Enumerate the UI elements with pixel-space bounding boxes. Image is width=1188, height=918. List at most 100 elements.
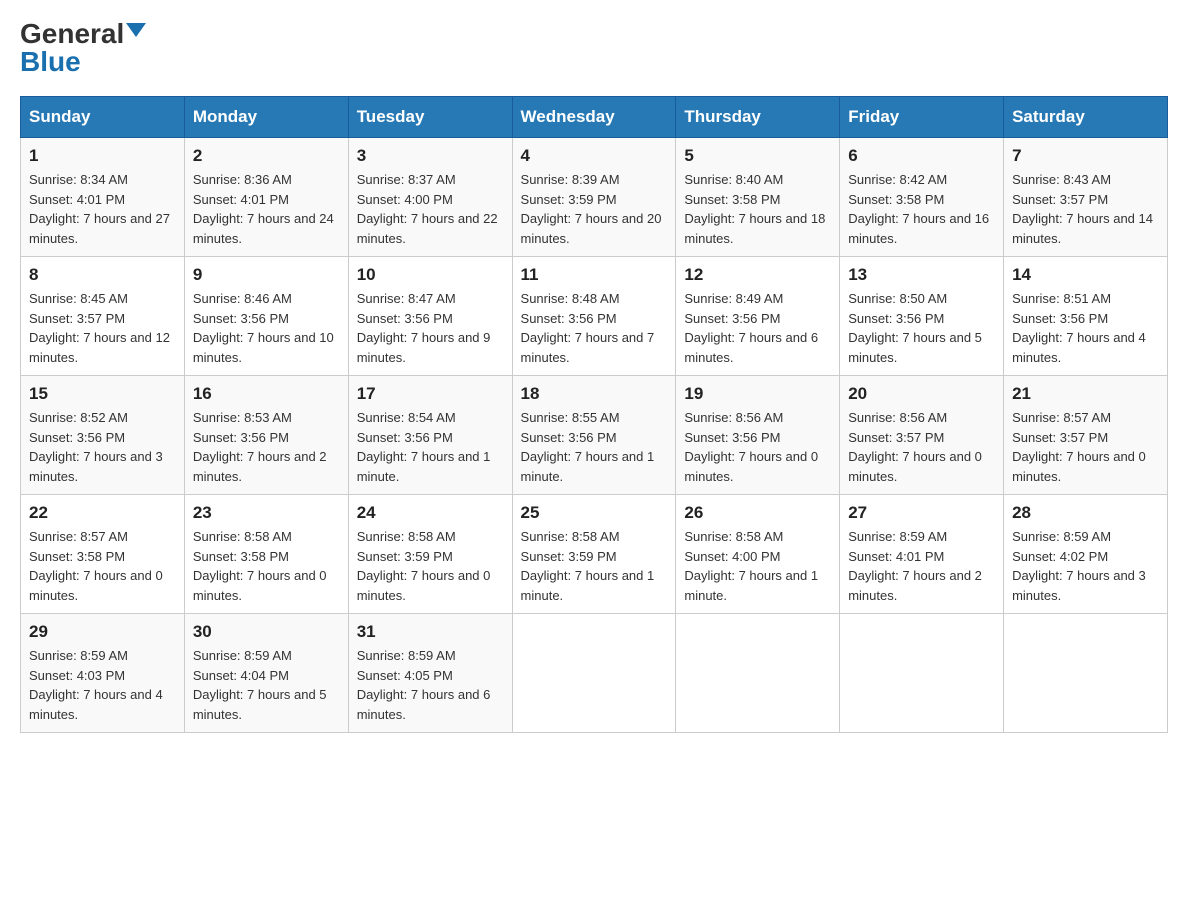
day-number: 4 [521, 146, 668, 166]
calendar-cell: 31Sunrise: 8:59 AMSunset: 4:05 PMDayligh… [348, 614, 512, 733]
day-info: Sunrise: 8:58 AMSunset: 4:00 PMDaylight:… [684, 527, 831, 605]
weekday-header-thursday: Thursday [676, 97, 840, 138]
day-info: Sunrise: 8:59 AMSunset: 4:05 PMDaylight:… [357, 646, 504, 724]
calendar-cell [512, 614, 676, 733]
calendar-cell: 22Sunrise: 8:57 AMSunset: 3:58 PMDayligh… [21, 495, 185, 614]
day-info: Sunrise: 8:59 AMSunset: 4:02 PMDaylight:… [1012, 527, 1159, 605]
day-number: 8 [29, 265, 176, 285]
day-number: 3 [357, 146, 504, 166]
logo-triangle-icon [126, 23, 146, 37]
calendar-cell [1004, 614, 1168, 733]
calendar-cell: 3 Sunrise: 8:37 AMSunset: 4:00 PMDaylight… [348, 138, 512, 257]
calendar-cell: 16 Sunrise: 8:53 AMSunset: 3:56 PMDayligh… [184, 376, 348, 495]
weekday-header-tuesday: Tuesday [348, 97, 512, 138]
day-number: 24 [357, 503, 504, 523]
day-number: 29 [29, 622, 176, 642]
logo-blue-text: Blue [20, 48, 81, 76]
day-number: 7 [1012, 146, 1159, 166]
day-info: Sunrise: 8:59 AMSunset: 4:04 PMDaylight:… [193, 646, 340, 724]
day-info: Sunrise: 8:50 AMSunset: 3:56 PMDaylight:… [848, 289, 995, 367]
day-number: 16 [193, 384, 340, 404]
day-info: Sunrise: 8:43 AMSunset: 3:57 PMDaylight:… [1012, 170, 1159, 248]
day-number: 19 [684, 384, 831, 404]
calendar-cell: 12 Sunrise: 8:49 AMSunset: 3:56 PMDayligh… [676, 257, 840, 376]
day-info: Sunrise: 8:46 AMSunset: 3:56 PMDaylight:… [193, 289, 340, 367]
calendar-cell: 18 Sunrise: 8:55 AMSunset: 3:56 PMDayligh… [512, 376, 676, 495]
day-info: Sunrise: 8:51 AMSunset: 3:56 PMDaylight:… [1012, 289, 1159, 367]
day-number: 20 [848, 384, 995, 404]
calendar-cell: 4 Sunrise: 8:39 AMSunset: 3:59 PMDaylight… [512, 138, 676, 257]
calendar-cell [840, 614, 1004, 733]
day-info: Sunrise: 8:49 AMSunset: 3:56 PMDaylight:… [684, 289, 831, 367]
logo: General Blue [20, 20, 146, 76]
calendar-week-4: 22Sunrise: 8:57 AMSunset: 3:58 PMDayligh… [21, 495, 1168, 614]
calendar-cell: 30 Sunrise: 8:59 AMSunset: 4:04 PMDayligh… [184, 614, 348, 733]
calendar-cell: 23 Sunrise: 8:58 AMSunset: 3:58 PMDayligh… [184, 495, 348, 614]
day-number: 30 [193, 622, 340, 642]
calendar-cell: 10 Sunrise: 8:47 AMSunset: 3:56 PMDayligh… [348, 257, 512, 376]
day-number: 13 [848, 265, 995, 285]
day-info: Sunrise: 8:58 AMSunset: 3:58 PMDaylight:… [193, 527, 340, 605]
calendar-cell: 13 Sunrise: 8:50 AMSunset: 3:56 PMDayligh… [840, 257, 1004, 376]
weekday-header-friday: Friday [840, 97, 1004, 138]
calendar-cell: 20Sunrise: 8:56 AMSunset: 3:57 PMDayligh… [840, 376, 1004, 495]
day-info: Sunrise: 8:55 AMSunset: 3:56 PMDaylight:… [521, 408, 668, 486]
day-info: Sunrise: 8:58 AMSunset: 3:59 PMDaylight:… [521, 527, 668, 605]
calendar-cell: 29 Sunrise: 8:59 AMSunset: 4:03 PMDayligh… [21, 614, 185, 733]
day-number: 22 [29, 503, 176, 523]
calendar-cell: 19 Sunrise: 8:56 AMSunset: 3:56 PMDayligh… [676, 376, 840, 495]
page-header: General Blue [20, 20, 1168, 76]
day-info: Sunrise: 8:57 AMSunset: 3:57 PMDaylight:… [1012, 408, 1159, 486]
day-info: Sunrise: 8:45 AMSunset: 3:57 PMDaylight:… [29, 289, 176, 367]
calendar-cell: 5 Sunrise: 8:40 AMSunset: 3:58 PMDaylight… [676, 138, 840, 257]
calendar-cell: 2Sunrise: 8:36 AMSunset: 4:01 PMDaylight… [184, 138, 348, 257]
day-info: Sunrise: 8:48 AMSunset: 3:56 PMDaylight:… [521, 289, 668, 367]
calendar-cell: 24Sunrise: 8:58 AMSunset: 3:59 PMDayligh… [348, 495, 512, 614]
day-number: 2 [193, 146, 340, 166]
day-number: 15 [29, 384, 176, 404]
calendar-header: SundayMondayTuesdayWednesdayThursdayFrid… [21, 97, 1168, 138]
calendar-cell: 9 Sunrise: 8:46 AMSunset: 3:56 PMDaylight… [184, 257, 348, 376]
calendar-cell: 17Sunrise: 8:54 AMSunset: 3:56 PMDayligh… [348, 376, 512, 495]
calendar-cell: 28Sunrise: 8:59 AMSunset: 4:02 PMDayligh… [1004, 495, 1168, 614]
calendar-cell: 14 Sunrise: 8:51 AMSunset: 3:56 PMDayligh… [1004, 257, 1168, 376]
day-info: Sunrise: 8:47 AMSunset: 3:56 PMDaylight:… [357, 289, 504, 367]
day-info: Sunrise: 8:59 AMSunset: 4:01 PMDaylight:… [848, 527, 995, 605]
day-number: 9 [193, 265, 340, 285]
calendar-cell: 15 Sunrise: 8:52 AMSunset: 3:56 PMDayligh… [21, 376, 185, 495]
day-number: 14 [1012, 265, 1159, 285]
day-number: 12 [684, 265, 831, 285]
calendar-body: 1 Sunrise: 8:34 AMSunset: 4:01 PMDaylight… [21, 138, 1168, 733]
calendar-cell: 11 Sunrise: 8:48 AMSunset: 3:56 PMDayligh… [512, 257, 676, 376]
day-number: 21 [1012, 384, 1159, 404]
calendar-week-2: 8 Sunrise: 8:45 AMSunset: 3:57 PMDaylight… [21, 257, 1168, 376]
day-info: Sunrise: 8:37 AMSunset: 4:00 PMDaylight:… [357, 170, 504, 248]
weekday-header-monday: Monday [184, 97, 348, 138]
calendar-cell: 27 Sunrise: 8:59 AMSunset: 4:01 PMDayligh… [840, 495, 1004, 614]
calendar-cell: 6Sunrise: 8:42 AMSunset: 3:58 PMDaylight… [840, 138, 1004, 257]
day-number: 23 [193, 503, 340, 523]
day-info: Sunrise: 8:52 AMSunset: 3:56 PMDaylight:… [29, 408, 176, 486]
day-info: Sunrise: 8:53 AMSunset: 3:56 PMDaylight:… [193, 408, 340, 486]
calendar-cell: 1 Sunrise: 8:34 AMSunset: 4:01 PMDaylight… [21, 138, 185, 257]
weekday-header-saturday: Saturday [1004, 97, 1168, 138]
calendar-cell [676, 614, 840, 733]
day-number: 1 [29, 146, 176, 166]
day-number: 26 [684, 503, 831, 523]
calendar-week-5: 29 Sunrise: 8:59 AMSunset: 4:03 PMDayligh… [21, 614, 1168, 733]
day-info: Sunrise: 8:56 AMSunset: 3:56 PMDaylight:… [684, 408, 831, 486]
calendar-cell: 8 Sunrise: 8:45 AMSunset: 3:57 PMDaylight… [21, 257, 185, 376]
day-info: Sunrise: 8:40 AMSunset: 3:58 PMDaylight:… [684, 170, 831, 248]
day-info: Sunrise: 8:59 AMSunset: 4:03 PMDaylight:… [29, 646, 176, 724]
day-number: 18 [521, 384, 668, 404]
day-number: 5 [684, 146, 831, 166]
day-info: Sunrise: 8:34 AMSunset: 4:01 PMDaylight:… [29, 170, 176, 248]
day-info: Sunrise: 8:39 AMSunset: 3:59 PMDaylight:… [521, 170, 668, 248]
day-number: 17 [357, 384, 504, 404]
calendar-cell: 25 Sunrise: 8:58 AMSunset: 3:59 PMDayligh… [512, 495, 676, 614]
day-number: 11 [521, 265, 668, 285]
weekday-header-sunday: Sunday [21, 97, 185, 138]
day-number: 10 [357, 265, 504, 285]
day-number: 25 [521, 503, 668, 523]
day-number: 27 [848, 503, 995, 523]
